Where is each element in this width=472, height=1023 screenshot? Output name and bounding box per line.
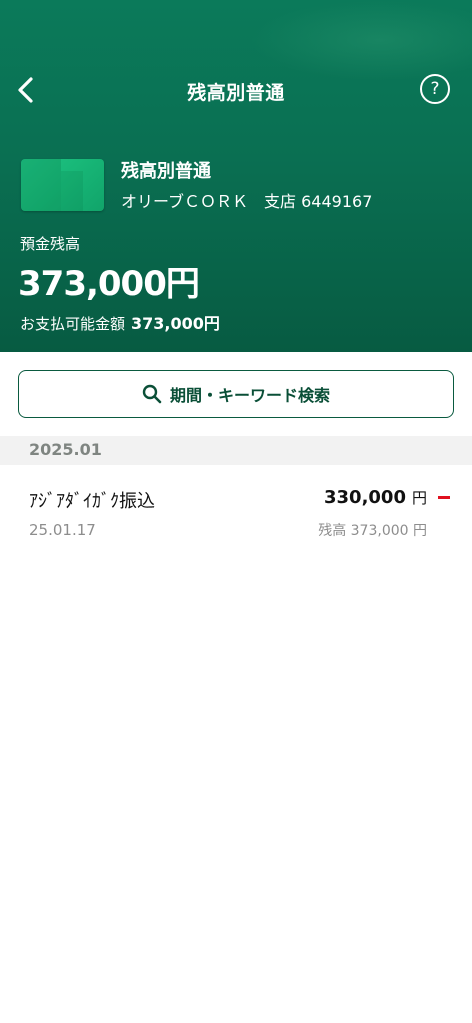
transaction-amount: 330,000 円	[324, 487, 427, 508]
search-icon	[142, 384, 162, 404]
available-value: 373,000円	[131, 314, 220, 333]
available-amount-row: お支払可能金額 373,000円	[20, 310, 220, 334]
top-bar: 残高別普通 ?	[0, 62, 472, 118]
transaction-balance-after: 残高 373,000 円	[318, 523, 427, 539]
page-title: 残高別普通	[187, 82, 285, 104]
transaction-row[interactable]: ｱｼﾞｱﾀﾞｲｶﾞｸ振込 25.01.17 330,000 円 残高 373,00…	[0, 465, 472, 550]
search-label: 期間・キーワード検索	[169, 386, 330, 405]
account-header: 残高別普通 ? 残高別普通 オリーブＣＯＲＫ 支店 6449167 預金残高 3…	[0, 0, 472, 352]
month-section-header: 2025.01	[0, 436, 472, 465]
debit-minus-icon	[438, 496, 450, 499]
account-name: 残高別普通	[121, 161, 211, 182]
help-icon: ?	[430, 79, 440, 99]
help-button[interactable]: ?	[420, 74, 450, 104]
transaction-amount-unit: 円	[411, 489, 427, 507]
account-branch-number: オリーブＣＯＲＫ 支店 6449167	[121, 192, 373, 211]
account-detail-screen: 残高別普通 ? 残高別普通 オリーブＣＯＲＫ 支店 6449167 預金残高 3…	[0, 0, 472, 1023]
period-keyword-search-button[interactable]: 期間・キーワード検索	[18, 370, 454, 418]
available-label: お支払可能金額	[20, 315, 126, 333]
transaction-date: 25.01.17	[29, 521, 96, 539]
transaction-description: ｱｼﾞｱﾀﾞｲｶﾞｸ振込	[29, 491, 155, 512]
balance-label: 預金残高	[20, 235, 81, 253]
card-thumbnail	[21, 159, 104, 211]
balance-amount: 373,000円	[18, 264, 200, 304]
month-label: 2025.01	[29, 440, 102, 459]
transaction-amount-value: 330,000	[324, 487, 406, 508]
